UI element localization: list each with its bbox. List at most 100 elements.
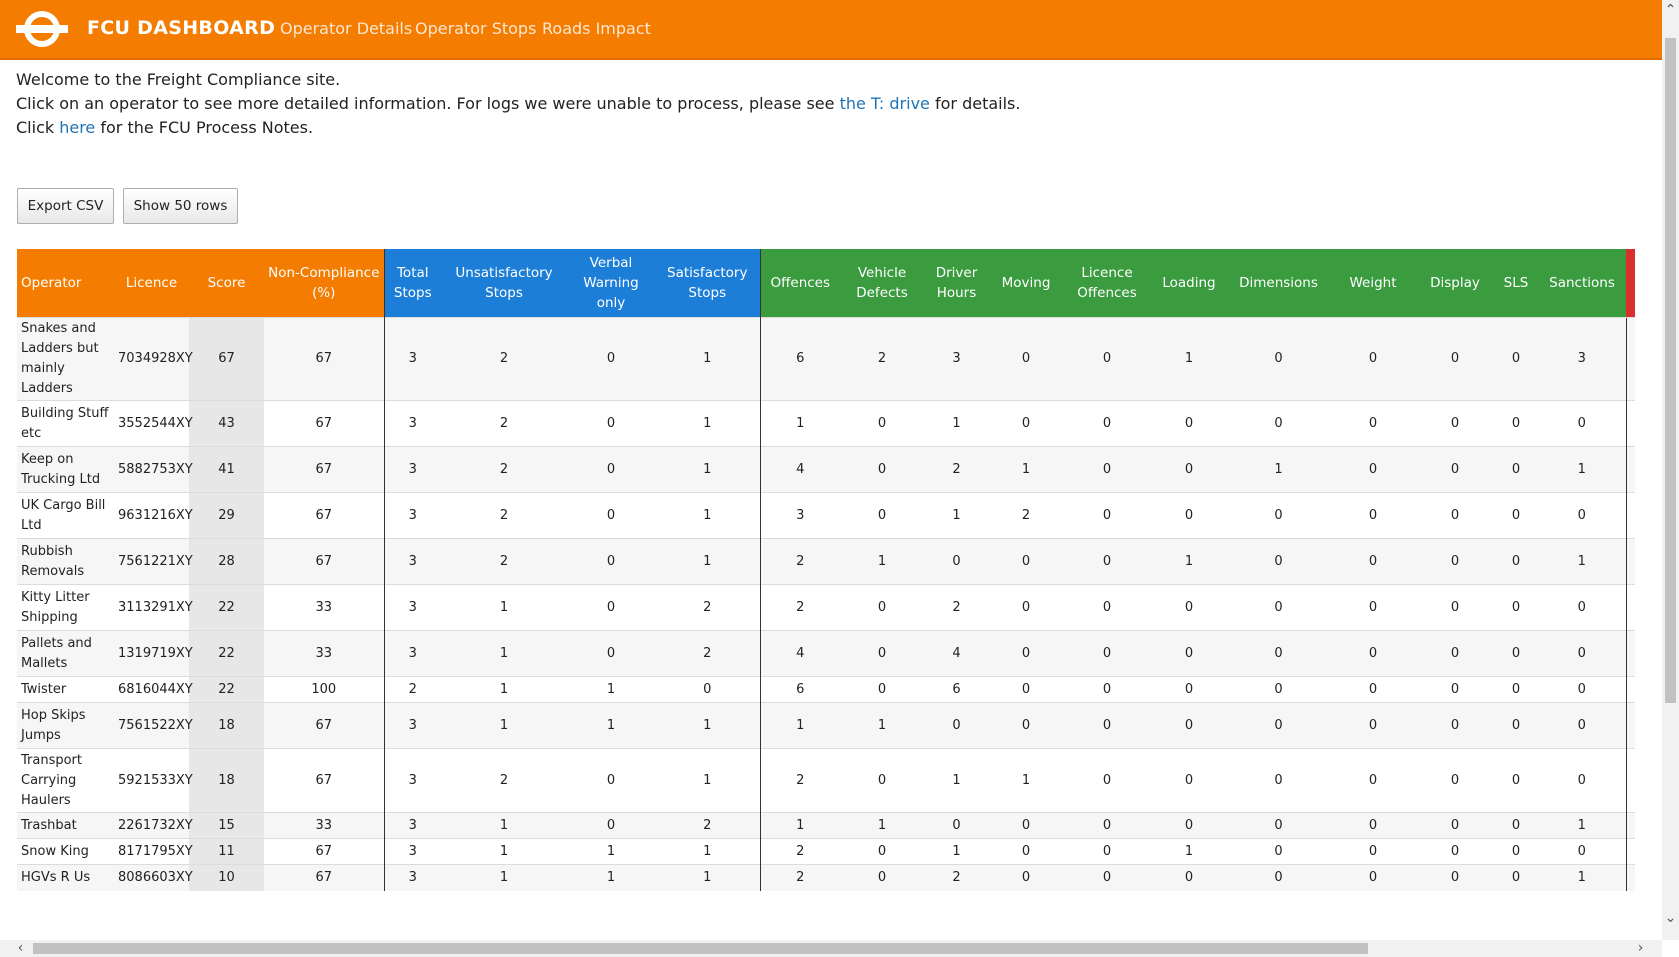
vertical-scroll-thumb[interactable] xyxy=(1665,38,1676,703)
column-header-verbal-warning-only[interactable]: Verbal Warning only xyxy=(567,249,655,318)
cell-non-compliance: 67 xyxy=(264,317,384,401)
process-notes-link[interactable]: here xyxy=(59,118,95,137)
cell-unsatisfactory-stops: 1 xyxy=(441,838,567,865)
cell-dimensions: 0 xyxy=(1227,400,1330,447)
cell-dimensions: 0 xyxy=(1227,748,1330,813)
cell-operator[interactable]: Keep on Trucking Ltd xyxy=(17,446,114,493)
export-csv-button[interactable]: Export CSV xyxy=(17,188,114,224)
cell-display: 0 xyxy=(1416,748,1494,813)
column-header-weight[interactable]: Weight xyxy=(1330,249,1416,318)
cell-unsatisfactory-stops: 2 xyxy=(441,400,567,447)
cell-score: 15 xyxy=(189,812,264,839)
nav-operator-stops[interactable]: Operator Stops xyxy=(415,19,536,38)
cell-licence: 5921533XY xyxy=(114,748,193,813)
scroll-left-icon[interactable]: ‹ xyxy=(12,940,29,957)
t-drive-link[interactable]: the T: drive xyxy=(840,94,930,113)
cell-total-stops: 3 xyxy=(383,838,441,865)
cell-unsatisfactory-stops: 1 xyxy=(441,630,567,677)
column-header-loading[interactable]: Loading xyxy=(1151,249,1227,318)
scroll-up-icon[interactable]: ⌃ xyxy=(1662,2,1679,19)
nav-operator-details[interactable]: Operator Details xyxy=(280,19,412,38)
cell-verbal-warning-only: 0 xyxy=(567,812,655,839)
cell-verbal-warning-only: 1 xyxy=(567,864,655,891)
table-row[interactable]: Trashbat 2261732XY 15 33 3 1 0 2 1 1 0 0 0 0 0 0 0 0 1 xyxy=(17,812,1635,839)
table-row[interactable]: UK Cargo Bill Ltd 9631216XY 29 67 3 2 0 1 3 0 1 2 0 0… xyxy=(17,492,1635,539)
cell-driver-hours: 4 xyxy=(924,630,989,677)
table-row[interactable]: Rubbish Removals 7561221XY 28 67 3 2 0 1 2 1 0 0 0 1 0… xyxy=(17,538,1635,585)
cell-licence-offences: 0 xyxy=(1063,400,1151,447)
column-header-moving[interactable]: Moving xyxy=(989,249,1063,318)
column-header-operator[interactable]: Operator xyxy=(17,249,114,318)
cell-score: 22 xyxy=(189,676,264,703)
cell-display: 0 xyxy=(1416,317,1494,401)
cell-operator[interactable]: Pallets and Mallets xyxy=(17,630,114,677)
cell-loading: 0 xyxy=(1151,630,1227,677)
table-row[interactable]: Pallets and Mallets 1319719XY 22 33 3 1 0 2 4 0 4 0… xyxy=(17,630,1635,677)
column-header-sanctions[interactable]: Sanctions xyxy=(1538,249,1626,318)
column-header-vehicle-defects[interactable]: Vehicle Defects xyxy=(840,249,924,318)
cell-weight: 0 xyxy=(1330,702,1416,749)
table-row[interactable]: Building Stuff etc 3552544XY 43 67 3 2 0 1 1 0 1 0 0… xyxy=(17,400,1635,447)
column-header-sls[interactable]: SLS xyxy=(1494,249,1538,318)
table-row[interactable]: Twister 6816044XY 22 100 2 1 1 0 6 0 6 0 0 0 0 0 0 0 0 xyxy=(17,676,1635,703)
show-rows-button[interactable]: Show 50 rows xyxy=(123,188,238,224)
table-row[interactable]: Hop Skips Jumps 7561522XY 18 67 3 1 1 1 1 1 0 0 0 0 0 0… xyxy=(17,702,1635,749)
table-row[interactable]: Snow King 8171795XY 11 67 3 1 1 1 2 0 1 0 0 1 0 0 0 0 0 xyxy=(17,838,1635,865)
column-header-licence[interactable]: Licence xyxy=(114,249,189,318)
cell-operator[interactable]: Transport Carrying Haulers xyxy=(17,748,114,813)
cell-weight: 0 xyxy=(1330,864,1416,891)
cell-licence-offences: 0 xyxy=(1063,630,1151,677)
cell-driver-hours: 6 xyxy=(924,676,989,703)
table-row[interactable]: HGVs R Us 8086603XY 10 67 3 1 1 1 2 0 2 0 0 0 0 0 0 0 1 xyxy=(17,864,1635,891)
table-row[interactable]: Snakes and Ladders but mainly Ladders 703… xyxy=(17,317,1635,401)
cell-offences: 2 xyxy=(759,538,840,585)
cell-operator[interactable]: Kitty Litter Shipping xyxy=(17,584,114,631)
column-header-unsatisfactory-stops[interactable]: Unsatisfactory Stops xyxy=(441,249,567,318)
table-row[interactable]: Kitty Litter Shipping 3113291XY 22 33 3 1 0 2 2 0… xyxy=(17,584,1635,631)
scroll-down-icon[interactable]: ⌄ xyxy=(1662,910,1679,927)
table-row[interactable]: Transport Carrying Haulers 5921533XY 18 67 3… xyxy=(17,748,1635,813)
cell-vehicle-defects: 0 xyxy=(840,748,924,813)
column-header-non-compliance[interactable]: Non-Compliance (%) xyxy=(264,249,384,318)
column-header-satisfactory-stops[interactable]: Satisfactory Stops xyxy=(655,249,760,318)
scroll-right-icon[interactable]: › xyxy=(1632,940,1649,957)
column-header-driver-hours[interactable]: Driver Hours xyxy=(924,249,989,318)
cell-operator[interactable]: Twister xyxy=(17,676,114,703)
column-header-offences[interactable]: Offences xyxy=(759,249,840,318)
cell-operator[interactable]: Hop Skips Jumps xyxy=(17,702,114,749)
cell-operator[interactable]: Snakes and Ladders but mainly Ladders xyxy=(17,317,114,401)
brand-title[interactable]: FCU DASHBOARD xyxy=(87,17,275,39)
cell-operator[interactable]: HGVs R Us xyxy=(17,864,114,891)
column-header-total-stops[interactable]: Total Stops xyxy=(383,249,441,318)
cell-operator[interactable]: UK Cargo Bill Ltd xyxy=(17,492,114,539)
horizontal-scroll-thumb[interactable] xyxy=(33,943,1368,954)
nav-roads-impact[interactable]: Roads Impact xyxy=(542,19,651,38)
cell-operator[interactable]: Building Stuff etc xyxy=(17,400,114,447)
cell-sls: 0 xyxy=(1494,584,1538,631)
column-header-fat[interactable]: Fat xyxy=(1626,249,1635,318)
column-header-score[interactable]: Score xyxy=(189,249,264,318)
column-header-licence-offences[interactable]: Licence Offences xyxy=(1063,249,1151,318)
table-row[interactable]: Keep on Trucking Ltd 5882753XY 41 67 3 2 0 1 4 0 2… xyxy=(17,446,1635,493)
process-notes-line: Click here for the FCU Process Notes. xyxy=(16,116,1020,140)
cell-loading: 0 xyxy=(1151,748,1227,813)
cell-fat xyxy=(1625,584,1635,631)
welcome-line: Welcome to the Freight Compliance site. xyxy=(16,70,341,89)
column-header-dimensions[interactable]: Dimensions xyxy=(1227,249,1330,318)
cell-sanctions: 1 xyxy=(1538,446,1626,493)
cell-offences: 6 xyxy=(759,317,840,401)
cell-display: 0 xyxy=(1416,400,1494,447)
cell-operator[interactable]: Snow King xyxy=(17,838,114,865)
cell-vehicle-defects: 0 xyxy=(840,400,924,447)
roundel-logo-icon[interactable] xyxy=(14,9,70,49)
vertical-scrollbar[interactable]: ⌃ ⌄ xyxy=(1662,0,1679,940)
cell-total-stops: 2 xyxy=(383,676,441,703)
cell-operator[interactable]: Rubbish Removals xyxy=(17,538,114,585)
cell-weight: 0 xyxy=(1330,538,1416,585)
cell-total-stops: 3 xyxy=(383,584,441,631)
cell-operator[interactable]: Trashbat xyxy=(17,812,114,839)
horizontal-scrollbar[interactable]: ‹ › xyxy=(0,940,1662,957)
cell-licence-offences: 0 xyxy=(1063,538,1151,585)
cell-score: 10 xyxy=(189,864,264,891)
column-header-display[interactable]: Display xyxy=(1416,249,1494,318)
